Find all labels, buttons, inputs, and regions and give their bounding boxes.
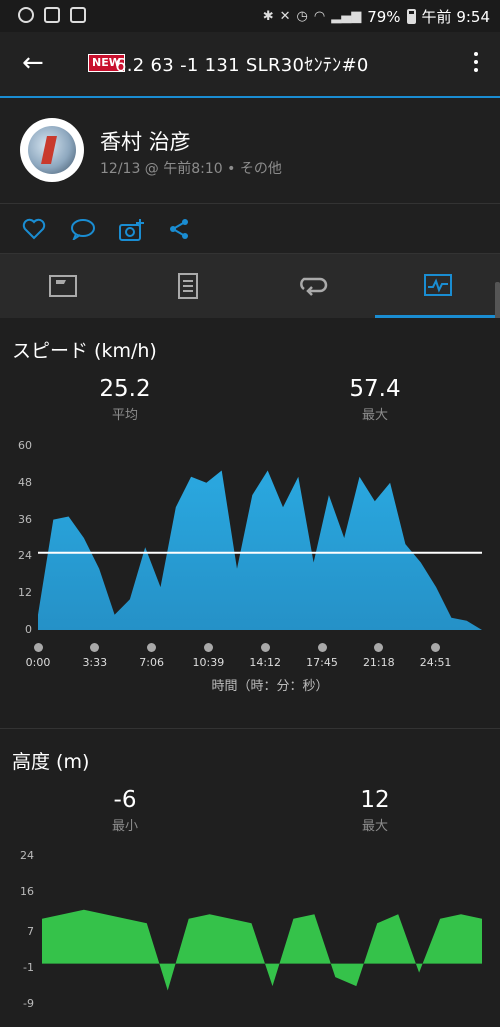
map-flag-icon — [48, 275, 77, 297]
speed-x-tick: 10:39 — [192, 656, 225, 669]
elevation-chart[interactable] — [0, 729, 500, 1027]
speed-x-tick: 21:18 — [362, 656, 395, 669]
app-bar: ← NEW 6.2 63 -1 131 SLR30ｾﾝﾃﾝ#0 — [0, 32, 500, 96]
back-arrow-icon[interactable]: ← — [22, 50, 44, 76]
tab-overview[interactable] — [0, 254, 125, 318]
activity-tabs — [0, 254, 500, 318]
status-notification-icons — [18, 7, 86, 23]
speed-area-series — [38, 470, 482, 630]
speed-x-tick: 0:00 — [25, 656, 51, 669]
status-time: 午前 9:54 — [421, 8, 490, 26]
speed-x-tick-dot — [260, 643, 270, 652]
elevation-section: 高度 (m) -6 最小 12 最大 24 16 7 -1 -9 — [0, 729, 500, 1027]
speed-x-tick: 14:12 — [249, 656, 282, 669]
speed-x-tick: 7:06 — [139, 656, 164, 669]
chart-pulse-icon — [423, 273, 452, 296]
activity-title: 6.2 63 -1 131 SLR30ｾﾝﾃﾝ#0 — [115, 55, 369, 76]
alarm-icon: ◷ — [296, 9, 308, 24]
comment-bubble-icon[interactable] — [70, 218, 96, 240]
overflow-menu-icon[interactable] — [474, 52, 478, 76]
speed-x-tick: 24:51 — [419, 656, 452, 669]
like-heart-icon[interactable] — [22, 218, 46, 240]
speed-x-title: 時間（時：分：秒） — [211, 679, 329, 694]
tab-laps[interactable] — [250, 254, 375, 318]
status-system-icons: ✱ ✕ ◷ ◠ ▂▄▆ 79% 午前 9:54 — [263, 6, 490, 27]
battery-icon — [406, 9, 416, 24]
wifi-icon: ◠ — [313, 9, 326, 24]
elevation-area-series — [42, 909, 482, 991]
mute-icon: ✕ — [279, 9, 291, 24]
tab-details[interactable] — [125, 254, 250, 318]
image-icon — [70, 7, 86, 23]
activity-header: 香村 治彦 12/13 @ 午前8:10 • その他 — [0, 98, 500, 204]
bluetooth-icon: ✱ — [262, 9, 274, 24]
status-bar: ✱ ✕ ◷ ◠ ▂▄▆ 79% 午前 9:54 — [0, 0, 500, 32]
avatar[interactable] — [20, 118, 84, 182]
notification-icon — [44, 7, 60, 23]
add-photo-camera-icon[interactable] — [118, 218, 146, 242]
battery-percent: 79% — [367, 7, 401, 26]
speed-x-tick-dot — [203, 643, 213, 652]
speed-section: スピード (km/h) 25.2 平均 57.4 最大 60 48 36 24 12 0 … — [0, 318, 500, 728]
document-list-icon — [177, 273, 198, 299]
action-bar — [0, 204, 500, 254]
speed-x-tick: 3:33 — [82, 656, 108, 669]
signal-icon: ▂▄▆ — [331, 9, 362, 24]
share-icon[interactable] — [168, 218, 190, 240]
activity-date: 12/13 @ 午前8:10 • その他 — [100, 161, 282, 177]
sync-icon — [18, 7, 34, 23]
tab-charts[interactable] — [375, 254, 500, 318]
speed-x-tick: 17:45 — [306, 656, 338, 669]
speed-x-tick-dot — [317, 643, 327, 652]
speed-x-tick-dot — [33, 643, 43, 652]
user-name[interactable]: 香村 治彦 — [100, 126, 191, 156]
laps-loop-icon — [299, 277, 327, 296]
